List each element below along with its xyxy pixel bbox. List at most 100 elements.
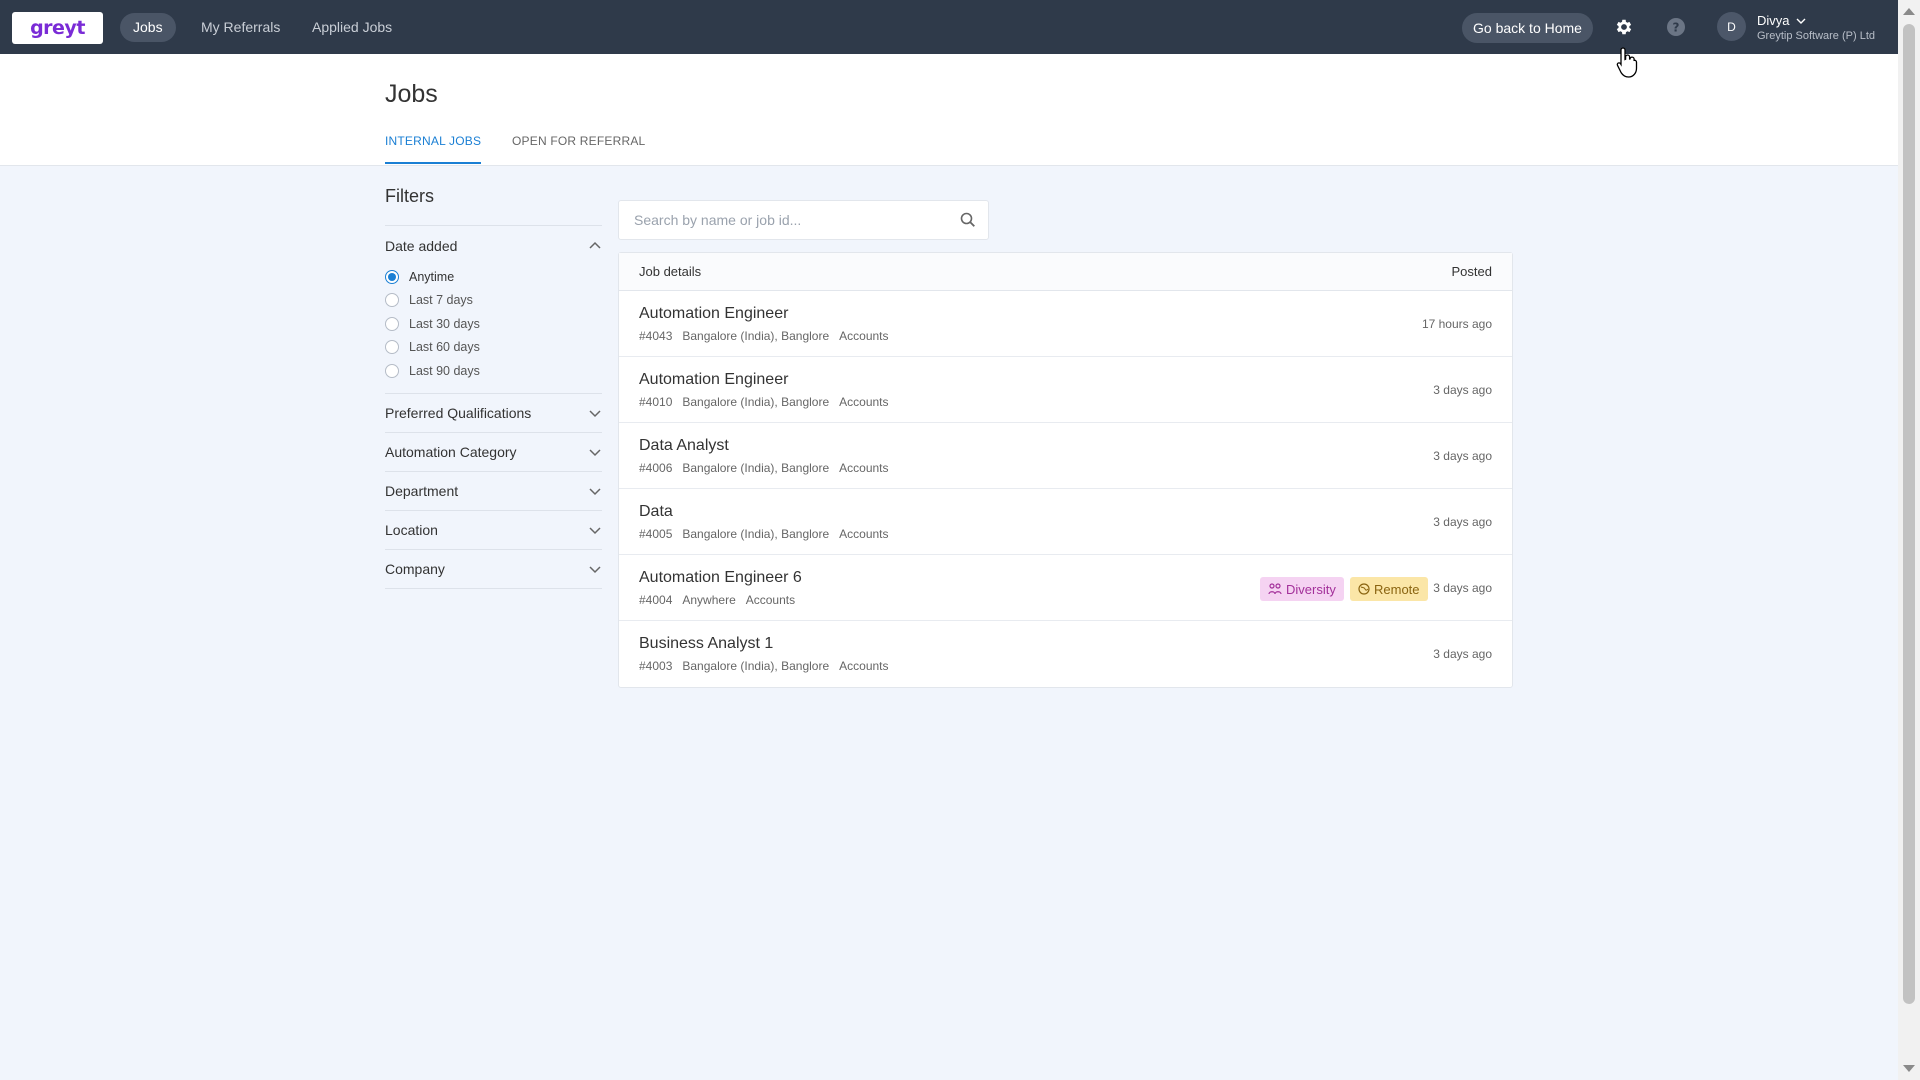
job-department: Accounts [745, 593, 796, 607]
job-department: Accounts [839, 659, 889, 673]
people-icon [1268, 583, 1282, 595]
search-input[interactable] [619, 201, 939, 239]
globe-icon [1358, 583, 1370, 595]
filter-location: Location [385, 509, 602, 549]
radio-selected[interactable] [385, 269, 399, 284]
job-title[interactable]: Data [639, 503, 673, 521]
page-title: Jobs [385, 80, 438, 108]
col-posted: Posted [1451, 264, 1492, 279]
filters-divider [385, 587, 602, 589]
scroll-up-arrow[interactable] [1903, 8, 1915, 15]
filter-date-added-header[interactable]: Date added [385, 226, 602, 265]
job-id: #4005 [639, 527, 673, 541]
gear-icon[interactable] [1611, 14, 1637, 40]
date-option-label: Last 7 days [409, 293, 473, 308]
date-option-label: Last 30 days [409, 316, 480, 331]
chevron-down-icon [589, 487, 601, 495]
filter-company-header[interactable]: Company [385, 550, 602, 588]
chevron-down-icon [589, 565, 601, 573]
job-location: Bangalore (India), Banglore [682, 659, 830, 673]
job-department: Accounts [839, 395, 889, 409]
table-row[interactable]: Data Analyst #4006 Bangalore (India), Ban… [619, 423, 1512, 489]
job-location: Anywhere [682, 593, 736, 607]
filter-automation-category: Automation Category [385, 431, 602, 471]
help-icon[interactable]: ? [1663, 14, 1689, 40]
chevron-down-icon [1796, 18, 1806, 24]
greytip-logo[interactable]: greyt [12, 12, 103, 44]
filter-date-added: Date added Anytime Last 7 days Last 30 d… [385, 225, 602, 393]
filter-department-header[interactable]: Department [385, 472, 602, 510]
job-id: #4006 [639, 461, 673, 475]
diversity-label: Diversity [1286, 581, 1336, 597]
filter-company: Company [385, 548, 602, 588]
avatar[interactable]: D [1717, 12, 1746, 41]
user-company: Greytip Software (P) Ltd [1757, 30, 1875, 42]
user-name-text: Divya [1757, 13, 1790, 28]
chevron-down-icon [589, 409, 601, 417]
filter-automation-category-header[interactable]: Automation Category [385, 433, 602, 471]
table-row[interactable]: Automation Engineer 6 #4004 Anywhere Accou… [619, 555, 1512, 621]
jobs-table-header: Job details Posted [619, 253, 1512, 291]
filter-label: Department [385, 482, 459, 499]
date-option-90-days[interactable]: Last 90 days [385, 359, 602, 383]
filters-title: Filters [385, 186, 434, 206]
table-row[interactable]: Automation Engineer #4010 Bangalore (Indi… [619, 357, 1512, 423]
svg-text:?: ? [1673, 21, 1680, 35]
table-row[interactable]: Business Analyst 1 #4003 Bangalore (India… [619, 621, 1512, 687]
radio[interactable] [385, 340, 399, 355]
job-title[interactable]: Automation Engineer [639, 371, 788, 389]
job-title[interactable]: Business Analyst 1 [639, 635, 773, 653]
job-location: Bangalore (India), Banglore [682, 527, 830, 541]
nav-jobs[interactable]: Jobs [120, 13, 176, 42]
jobs-table: Job details Posted Automation Engineer #… [618, 252, 1513, 688]
filter-location-header[interactable]: Location [385, 511, 602, 549]
filter-label: Company [385, 560, 445, 577]
job-search-box [618, 200, 989, 240]
job-posted: 3 days ago [1433, 647, 1492, 661]
filter-preferred-qualifications: Preferred Qualifications [385, 392, 602, 432]
date-option-anytime[interactable]: Anytime [385, 265, 602, 289]
job-posted: 3 days ago [1433, 581, 1492, 595]
go-back-home-button[interactable]: Go back to Home [1462, 13, 1593, 43]
filter-preferred-qualifications-header[interactable]: Preferred Qualifications [385, 394, 602, 432]
filter-date-added-label: Date added [385, 237, 458, 254]
remote-badge: Remote [1350, 577, 1428, 601]
job-department: Accounts [839, 329, 889, 343]
chevron-down-icon [589, 526, 601, 534]
job-title[interactable]: Automation Engineer [639, 305, 788, 323]
job-department: Accounts [839, 527, 889, 541]
job-department: Accounts [839, 461, 889, 475]
job-title[interactable]: Data Analyst [639, 437, 729, 455]
nav-my-referrals[interactable]: My Referrals [188, 13, 293, 42]
page-scrollbar[interactable] [1898, 0, 1920, 1080]
col-job-details: Job details [639, 264, 702, 279]
job-id: #4004 [639, 593, 673, 607]
radio[interactable] [385, 363, 399, 378]
filters-panel: Filters Date added Anytime Last 7 days L… [385, 186, 602, 589]
search-icon[interactable] [960, 212, 976, 228]
date-option-60-days[interactable]: Last 60 days [385, 336, 602, 360]
scroll-down-arrow[interactable] [1903, 1065, 1915, 1072]
job-title[interactable]: Automation Engineer 6 [639, 569, 802, 587]
radio[interactable] [385, 316, 399, 331]
scroll-thumb[interactable] [1903, 24, 1915, 1004]
job-location: Bangalore (India), Banglore [682, 329, 830, 343]
job-id: #4003 [639, 659, 673, 673]
date-option-label: Last 90 days [409, 363, 480, 378]
job-location: Bangalore (India), Banglore [682, 395, 830, 409]
date-option-30-days[interactable]: Last 30 days [385, 312, 602, 336]
job-posted: 3 days ago [1433, 449, 1492, 463]
radio[interactable] [385, 293, 399, 308]
table-row[interactable]: Data #4005 Bangalore (India), Banglore Acc… [619, 489, 1512, 555]
diversity-badge: Diversity [1260, 577, 1344, 601]
date-option-7-days[interactable]: Last 7 days [385, 289, 602, 313]
user-name[interactable]: Divya [1757, 13, 1806, 28]
remote-label: Remote [1374, 581, 1420, 597]
tab-internal-jobs[interactable]: INTERNAL JOBS [385, 134, 482, 164]
filter-label: Automation Category [385, 443, 517, 460]
tab-open-for-referral[interactable]: OPEN FOR REFERRAL [512, 134, 645, 162]
logo-text: greyt [30, 17, 85, 39]
nav-applied-jobs[interactable]: Applied Jobs [299, 13, 405, 42]
table-row[interactable]: Automation Engineer #4043 Bangalore (Indi… [619, 291, 1512, 357]
job-id: #4010 [639, 395, 673, 409]
